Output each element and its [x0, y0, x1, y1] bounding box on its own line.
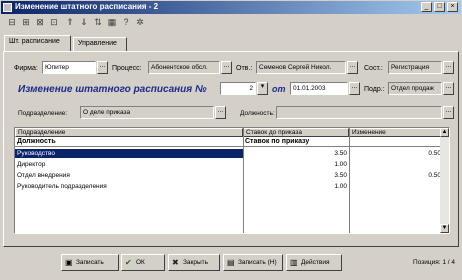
position-field[interactable] — [276, 106, 442, 119]
app-icon — [3, 3, 12, 12]
up-arrow-icon[interactable]: ⇑ — [64, 16, 76, 28]
document-number-field[interactable]: 2 — [220, 82, 256, 95]
main-window: Изменение штатного расписания - 2 _ □ × … — [0, 0, 462, 280]
row-change: 0.50 — [428, 150, 441, 157]
column-header-change[interactable]: Изменение — [349, 128, 443, 137]
position-counter: Позиция: 1 / 4 — [413, 259, 455, 266]
state-select-button[interactable]: ... — [443, 61, 454, 74]
actions-button[interactable]: ▥ Действия — [286, 254, 342, 271]
row-rates: 3.50 — [334, 150, 347, 157]
actions-button-label: Действия — [301, 259, 330, 266]
copy-icon[interactable]: ⊡ — [48, 16, 60, 28]
responsible-field[interactable]: Семенов Сергей Никол. — [256, 61, 346, 74]
subheader-empty — [349, 137, 443, 147]
row-rates: 3.50 — [334, 172, 347, 179]
column-divider — [349, 128, 350, 233]
save-button[interactable]: ▣ Записать — [61, 254, 119, 271]
process-field[interactable]: Абонентское обсл. — [148, 61, 220, 74]
row-name: Директор — [17, 161, 46, 168]
row-name: Руководитель подразделения — [17, 183, 107, 190]
maximize-button[interactable]: □ — [434, 2, 445, 12]
date-field[interactable]: 01.01.2003 — [290, 82, 348, 95]
date-label: от — [272, 84, 286, 94]
toolbar: ⊟ ⊞ ⊠ ⊡ ⇑ ⇓ ⇅ ▦ ? ✲ — [2, 15, 460, 29]
table-row[interactable]: Директор 1.00 — [15, 160, 443, 169]
row-rates: 1.00 — [334, 183, 347, 190]
column-header-rates-before[interactable]: Ставок до приказа — [243, 128, 349, 137]
column-divider — [243, 128, 244, 233]
open-icon[interactable]: ⊟ — [6, 16, 18, 28]
scroll-up-icon[interactable]: ▲ — [440, 128, 449, 137]
ok-button-label: ОК — [136, 259, 145, 266]
number-dropdown-button[interactable]: ▾ — [257, 82, 268, 95]
settings-icon[interactable]: ✲ — [134, 16, 146, 28]
column-header-division[interactable]: Подразделение — [15, 128, 243, 137]
state-label: Сост.: — [364, 65, 383, 72]
save-new-button-label: Записать (Н) — [238, 259, 277, 266]
department-select-button[interactable]: ... — [443, 82, 454, 95]
division-label: Подразделение: — [18, 110, 68, 117]
save-new-icon: ▤ — [227, 258, 235, 267]
firm-label: Фирма: — [14, 65, 38, 72]
table-row[interactable]: Отдел внедрения 3.50 0.50 — [15, 171, 443, 180]
process-select-button[interactable]: ... — [221, 61, 232, 74]
scroll-down-icon[interactable]: ▼ — [440, 224, 449, 233]
save-button-label: Записать — [76, 259, 104, 266]
save-icon: ▣ — [65, 258, 73, 267]
firm-field[interactable]: Юпитер — [42, 61, 96, 74]
row-rates: 1.00 — [334, 161, 347, 168]
window-title: Изменение штатного расписания - 2 — [15, 2, 159, 11]
tab-staff-schedule[interactable]: Шт. расписание — [4, 35, 71, 51]
division-field[interactable]: О деле приказа — [80, 106, 214, 119]
grid-icon[interactable]: ▦ — [106, 16, 118, 28]
actions-icon: ▥ — [290, 258, 298, 267]
vertical-scrollbar[interactable]: ▲ ▼ — [440, 128, 449, 233]
document-heading: Изменение штатного расписания № — [18, 84, 207, 95]
row-change — [349, 160, 443, 169]
department-label: Подр.: — [364, 86, 385, 93]
table-row[interactable]: Руководитель подразделения 1.00 — [15, 182, 443, 191]
row-change — [349, 182, 443, 191]
table-row[interactable]: Руководство 3.50 0.50 — [15, 149, 443, 158]
minimize-button[interactable]: _ — [421, 2, 432, 12]
sort-icon[interactable]: ⇅ — [92, 16, 104, 28]
subheader-position: Должность — [15, 137, 243, 147]
save-new-button[interactable]: ▤ Записать (Н) — [223, 254, 283, 271]
division-select-button[interactable]: ... — [215, 106, 226, 119]
check-icon: ✔ — [125, 258, 132, 267]
save-icon[interactable]: ⊞ — [20, 16, 32, 28]
position-label: Должность: — [240, 110, 275, 117]
close-button-label: Закрыть — [183, 259, 209, 266]
row-name: Отдел внедрения — [17, 172, 70, 179]
title-bar[interactable]: Изменение штатного расписания - 2 _ □ × — [1, 1, 461, 14]
responsible-select-button[interactable]: ... — [347, 61, 358, 74]
button-bar: ▣ Записать ✔ ОК ✖ Закрыть ▤ Записать (Н)… — [3, 250, 459, 278]
ok-button[interactable]: ✔ ОК — [121, 254, 165, 271]
down-arrow-icon[interactable]: ⇓ — [78, 16, 90, 28]
subheader-rates-by-order: Ставок по приказу — [243, 137, 349, 147]
tab-management[interactable]: Управление — [73, 37, 127, 51]
firm-select-button[interactable]: ... — [97, 61, 108, 74]
staff-grid[interactable]: Подразделение Ставок до приказа Изменени… — [14, 127, 450, 234]
calendar-icon[interactable]: ... — [349, 82, 360, 95]
close-window-button[interactable]: × — [447, 2, 458, 12]
department-field[interactable]: Отдел продаж — [388, 82, 442, 95]
print-icon[interactable]: ⊠ — [34, 16, 46, 28]
help-icon[interactable]: ? — [120, 16, 132, 28]
process-label: Процесс: — [112, 65, 142, 72]
state-field[interactable]: Регистрация — [388, 61, 442, 74]
responsible-label: Отв.: — [236, 65, 253, 72]
close-button[interactable]: ✖ Закрыть — [168, 254, 220, 271]
position-select-button[interactable]: ... — [443, 106, 454, 119]
row-change: 0.50 — [428, 172, 441, 179]
row-name: Руководство — [15, 149, 243, 158]
close-icon: ✖ — [172, 258, 179, 267]
